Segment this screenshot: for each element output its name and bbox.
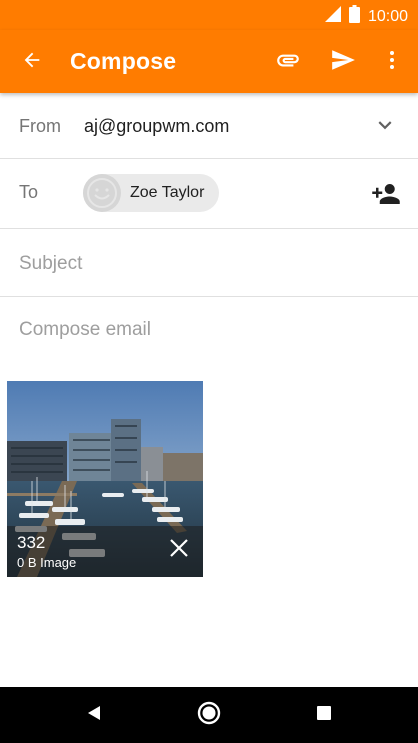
to-label: To [19,182,39,202]
nav-recents-button[interactable] [312,703,336,727]
compose-screen: 10:00 Compose From aj@groupwm.com To Zoe… [0,0,418,743]
from-row[interactable]: From aj@groupwm.com [0,93,418,159]
recipient-name: Zoe Taylor [130,184,205,201]
attachment-size: 0 B Image [17,555,77,570]
more-options-button[interactable] [374,44,410,80]
status-icons: 10:00 [324,5,408,28]
triangle-back-icon [85,704,103,727]
attach-button[interactable] [270,44,306,80]
image-attachment[interactable]: 332 0 B Image [7,381,203,577]
body-area[interactable]: Compose email [0,297,418,377]
square-recents-icon [316,705,332,726]
recipient-chip[interactable]: Zoe Taylor [83,174,219,212]
send-button[interactable] [325,44,361,80]
status-bar: 10:00 [0,0,418,30]
subject-field[interactable]: Subject [19,253,82,275]
paperclip-icon [275,47,301,78]
add-contact-icon[interactable] [371,179,401,214]
send-icon [330,47,356,78]
from-account[interactable]: aj@groupwm.com [84,116,229,137]
app-bar: Compose [0,30,418,93]
system-nav-bar [0,687,418,743]
to-row[interactable]: To Zoe Taylor [0,159,418,229]
attachment-info-bar: 332 0 B Image [7,526,203,577]
back-arrow-icon [21,49,43,76]
more-vertical-icon [380,48,404,77]
back-button[interactable] [14,44,50,80]
attachment-name: 332 [17,533,46,552]
chevron-down-icon[interactable] [372,112,398,143]
page-title: Compose [70,48,177,74]
battery-icon [348,5,360,28]
from-label: From [19,116,61,136]
compose-body-field[interactable]: Compose email [19,319,151,341]
home-circle-icon [197,701,221,730]
nav-back-button[interactable] [82,703,106,727]
signal-icon [324,6,341,27]
avatar [83,174,121,212]
nav-home-button[interactable] [197,701,221,730]
avatar-icon [87,178,117,208]
subject-row[interactable]: Subject [0,229,418,297]
close-icon [169,538,189,563]
status-time: 10:00 [367,7,408,25]
remove-attachment-button[interactable] [167,538,191,562]
